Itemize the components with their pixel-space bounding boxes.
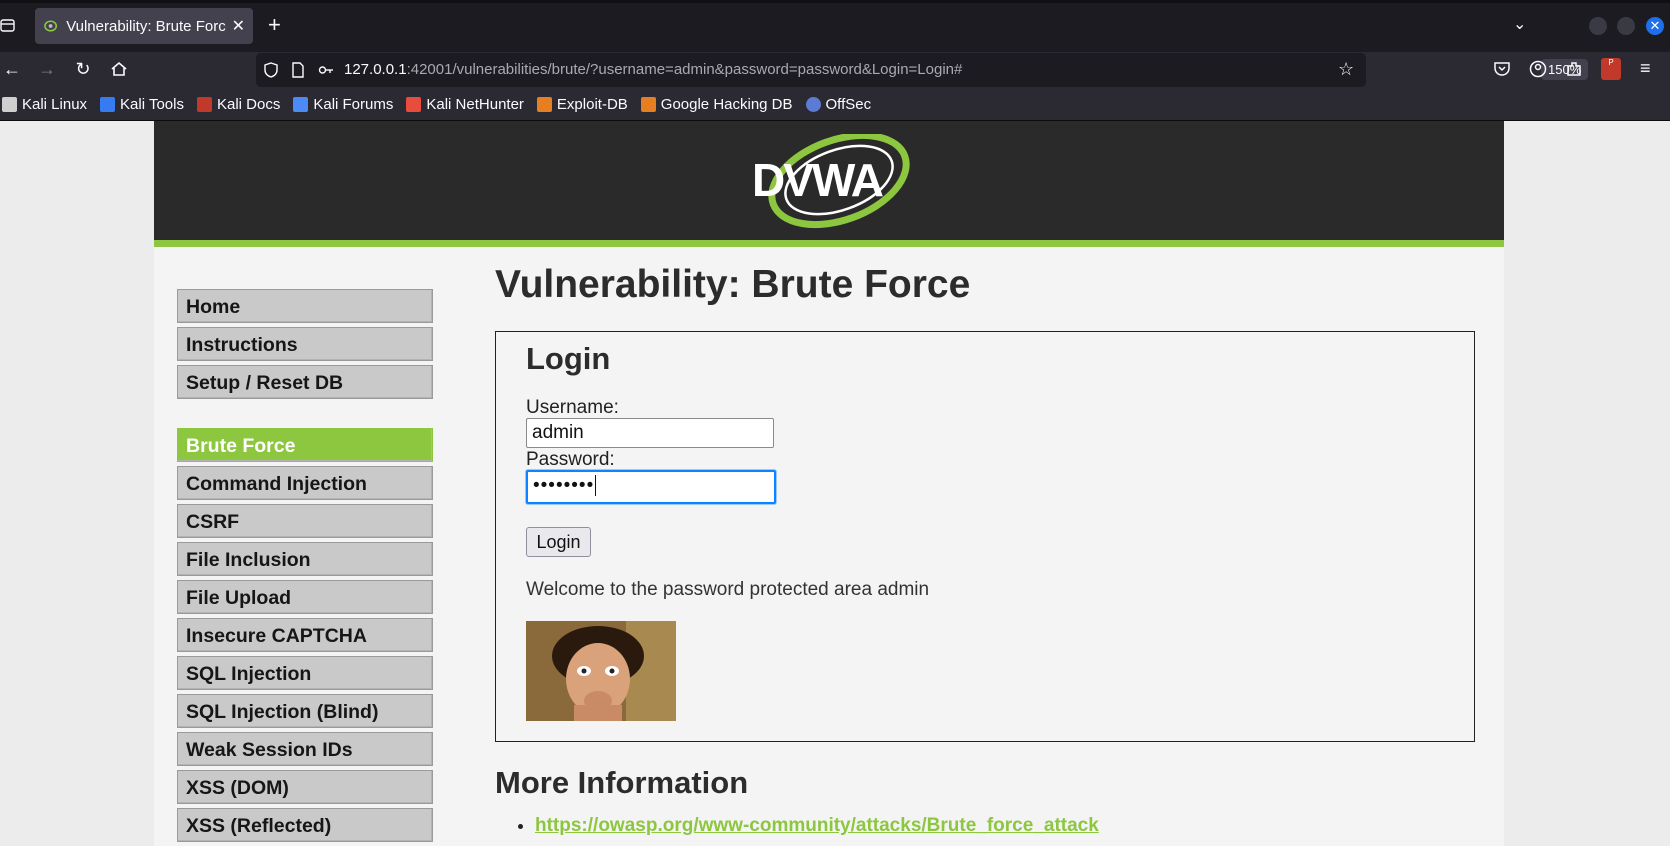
tab-active[interactable]: Vulnerability: Brute Force ✕ [35, 8, 253, 44]
tab-list-icon[interactable] [0, 17, 16, 33]
bookmark-label: Kali Linux [22, 95, 88, 113]
login-box: Login Username: admin Password: ••••••••… [495, 331, 1475, 742]
bookmark-item[interactable]: Kali Linux [2, 96, 87, 113]
list-all-tabs-icon[interactable]: ⌄ [1513, 14, 1526, 34]
bookmark-label: Kali Forums [313, 95, 394, 113]
minimize-window-icon[interactable] [1589, 17, 1607, 35]
sidebar-item-xss-reflected[interactable]: XSS (Reflected) [177, 808, 433, 842]
offsec-icon [805, 96, 821, 112]
home-icon[interactable] [110, 60, 128, 78]
url-bar[interactable]: 127.0.0.1:42001/vulnerabilities/brute/?u… [256, 53, 1589, 87]
bookmark-item[interactable]: Kali Docs [196, 95, 281, 113]
bookmark-item[interactable]: OffSec [805, 95, 872, 113]
bookmark-star-icon[interactable]: ☆ [1338, 59, 1354, 80]
extensions-icon[interactable] [1565, 60, 1583, 78]
tab-strip-top [0, 0, 1670, 3]
navigation-toolbar: ← → ↻ 127.0.0.1:42001/vulnerabilities/br… [0, 52, 1670, 88]
exploit-db-icon [536, 96, 552, 112]
sidebar-item-insecure-captcha[interactable]: Insecure CAPTCHA [177, 618, 433, 652]
maximize-window-icon[interactable] [1617, 17, 1635, 35]
close-tab-icon[interactable]: ✕ [232, 16, 245, 36]
bookmark-label: Exploit-DB [556, 95, 628, 113]
svg-text:DVWA: DVWA [752, 154, 883, 206]
sidebar-item-sql-injection[interactable]: SQL Injection [177, 656, 433, 690]
username-field[interactable]: admin [526, 418, 774, 448]
forward-icon[interactable]: → [36, 59, 58, 79]
bookmark-label: OffSec [825, 95, 872, 113]
username-label: Username: [526, 397, 619, 418]
owasp-brute-force-link[interactable]: https://owasp.org/www-community/attacks/… [535, 815, 1099, 836]
kali-forums-icon [293, 96, 309, 112]
sidebar-item-file-inclusion[interactable]: File Inclusion [177, 542, 433, 576]
kali-tools-icon [100, 96, 116, 112]
login-button[interactable]: Login [526, 527, 591, 557]
ghdb-icon [640, 96, 656, 112]
page-title: Vulnerability: Brute Force [495, 263, 971, 306]
dvwa-favicon-icon [44, 20, 58, 32]
surprised-person-image [526, 621, 676, 721]
close-window-icon[interactable]: ✕ [1646, 17, 1664, 35]
password-label: Password: [526, 449, 615, 470]
more-information-heading: More Information [495, 765, 749, 800]
bookmark-label: Kali NetHunter [426, 95, 524, 113]
tab-title: Vulnerability: Brute Force [66, 17, 226, 35]
password-mask: •••••••• [533, 475, 595, 496]
sidebar-item-command-injection[interactable]: Command Injection [177, 466, 433, 500]
dvwa-container: DVWA Home Instructions Setup / Reset DB … [154, 121, 1504, 846]
menu-icon[interactable]: ≡ [1640, 58, 1651, 79]
bookmark-label: Kali Docs [216, 95, 281, 113]
menu-gap [177, 403, 433, 428]
bookmark-item[interactable]: Kali Forums [293, 96, 393, 113]
sidebar-item-weak-session-ids[interactable]: Weak Session IDs [177, 732, 433, 766]
page-icon[interactable] [290, 62, 306, 78]
sidebar-item-instructions[interactable]: Instructions [177, 327, 433, 361]
sidebar-item-home[interactable]: Home [177, 289, 433, 323]
reload-icon[interactable]: ↻ [72, 59, 94, 79]
bookmark-label: Google Hacking DB [660, 95, 793, 113]
bookmark-label: Kali Tools [120, 95, 184, 113]
password-field[interactable]: •••••••• [526, 470, 776, 504]
text-cursor [595, 475, 597, 496]
sidebar-item-xss-dom[interactable]: XSS (DOM) [177, 770, 433, 804]
main-content: Vulnerability: Brute Force Login Usernam… [495, 263, 1475, 836]
dvwa-header: DVWA [154, 121, 1504, 247]
bookmarks-toolbar: Kali Linux Kali Tools Kali Docs Kali For… [0, 88, 1670, 121]
sidebar-item-file-upload[interactable]: File Upload [177, 580, 433, 614]
account-icon[interactable] [1529, 60, 1547, 78]
sidebar-item-sql-injection-blind[interactable]: SQL Injection (Blind) [177, 694, 433, 728]
list-item: https://owasp.org/www-community/attacks/… [535, 815, 1099, 837]
bookmark-item[interactable]: Google Hacking DB [640, 95, 793, 113]
kali-docs-icon [196, 96, 212, 112]
more-information-list: https://owasp.org/www-community/attacks/… [535, 815, 1099, 837]
bookmark-item[interactable]: Exploit-DB [536, 95, 628, 113]
bookmark-item[interactable]: Kali NetHunter [406, 96, 524, 113]
key-icon[interactable] [318, 62, 334, 78]
dvwa-logo[interactable]: DVWA [744, 134, 914, 230]
sidebar-item-brute-force[interactable]: Brute Force [177, 428, 433, 462]
nethunter-icon [406, 96, 422, 112]
welcome-message: Welcome to the password protected area a… [526, 579, 930, 600]
tab-bar: Vulnerability: Brute Force ✕ + ⌄ ✕ [0, 0, 1670, 52]
new-tab-icon[interactable]: + [268, 14, 281, 36]
url-path: :42001/vulnerabilities/brute/?username=a… [406, 61, 963, 78]
url-host: 127.0.0.1 [344, 61, 407, 78]
kali-dragon-icon [2, 96, 17, 112]
sidebar-menu: Home Instructions Setup / Reset DB Brute… [177, 289, 433, 846]
pocket-icon[interactable] [1493, 60, 1511, 78]
url-text[interactable]: 127.0.0.1:42001/vulnerabilities/brute/?u… [344, 61, 962, 78]
bookmark-item[interactable]: Kali Tools [100, 96, 184, 113]
sidebar-item-csrf[interactable]: CSRF [177, 504, 433, 538]
shield-icon[interactable] [263, 62, 279, 78]
foxyproxy-icon[interactable]: P [1601, 58, 1621, 80]
web-page: DVWA Home Instructions Setup / Reset DB … [0, 121, 1670, 846]
back-icon[interactable]: ← [1, 59, 23, 79]
login-heading: Login [526, 341, 611, 376]
sidebar-item-setup[interactable]: Setup / Reset DB [177, 365, 433, 399]
